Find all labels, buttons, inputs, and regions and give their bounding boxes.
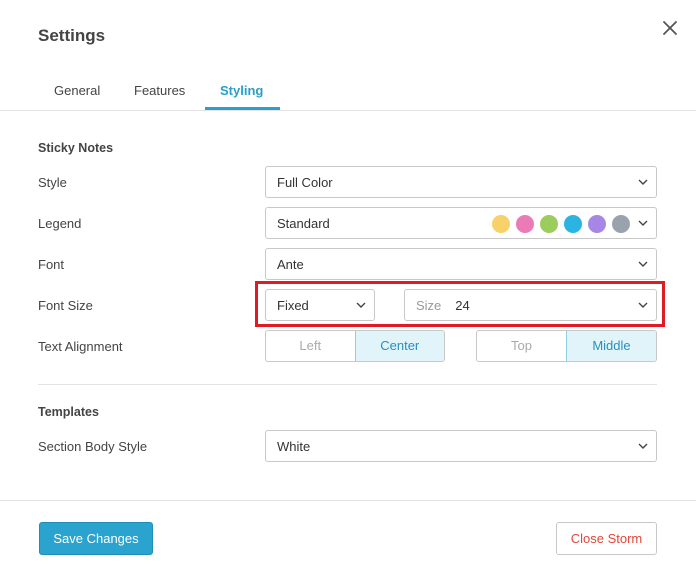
legend-select[interactable]: Standard — [265, 207, 657, 239]
font-size-label: Font Size — [38, 298, 93, 313]
align-middle-button[interactable]: Middle — [566, 331, 656, 361]
text-alignment-label: Text Alignment — [38, 339, 123, 354]
legend-color-swatches — [492, 215, 630, 233]
legend-swatch-yellow — [492, 215, 510, 233]
tabs-divider — [0, 110, 696, 111]
close-storm-button[interactable]: Close Storm — [556, 522, 657, 555]
section-body-style-label: Section Body Style — [38, 439, 148, 454]
section-body-style-value: White — [277, 439, 311, 454]
close-icon — [663, 21, 677, 35]
align-center-button[interactable]: Center — [354, 331, 444, 361]
legend-label: Legend — [38, 216, 82, 231]
section-body-style-select[interactable]: White — [265, 430, 657, 462]
vertical-alignment-toggle: Top Middle — [476, 330, 657, 362]
dialog-title: Settings — [38, 26, 106, 45]
footer-divider — [0, 500, 696, 501]
style-select[interactable]: Full Color — [265, 166, 657, 198]
section-divider — [38, 384, 657, 385]
chevron-down-icon — [638, 443, 648, 449]
sticky-notes-heading: Sticky Notes — [38, 141, 114, 155]
align-top-button[interactable]: Top — [477, 331, 566, 361]
save-changes-button[interactable]: Save Changes — [39, 522, 153, 555]
legend-swatch-blue — [564, 215, 582, 233]
tab-features[interactable]: Features — [134, 83, 185, 113]
legend-swatch-gray — [612, 215, 630, 233]
legend-swatch-green — [540, 215, 558, 233]
font-label: Font — [38, 257, 65, 272]
align-left-button[interactable]: Left — [266, 331, 355, 361]
highlight-box — [255, 281, 665, 327]
templates-heading: Templates — [38, 405, 99, 419]
horizontal-alignment-toggle: Left Center — [265, 330, 445, 362]
chevron-down-icon — [638, 220, 648, 226]
chevron-down-icon — [638, 261, 648, 267]
style-select-value: Full Color — [277, 175, 333, 190]
legend-swatch-pink — [516, 215, 534, 233]
legend-swatch-purple — [588, 215, 606, 233]
style-label: Style — [38, 175, 67, 190]
tab-general[interactable]: General — [54, 83, 100, 113]
chevron-down-icon — [638, 179, 648, 185]
font-select-value: Ante — [277, 257, 304, 272]
font-select[interactable]: Ante — [265, 248, 657, 280]
legend-select-value: Standard — [277, 216, 330, 231]
close-button[interactable] — [660, 18, 680, 38]
